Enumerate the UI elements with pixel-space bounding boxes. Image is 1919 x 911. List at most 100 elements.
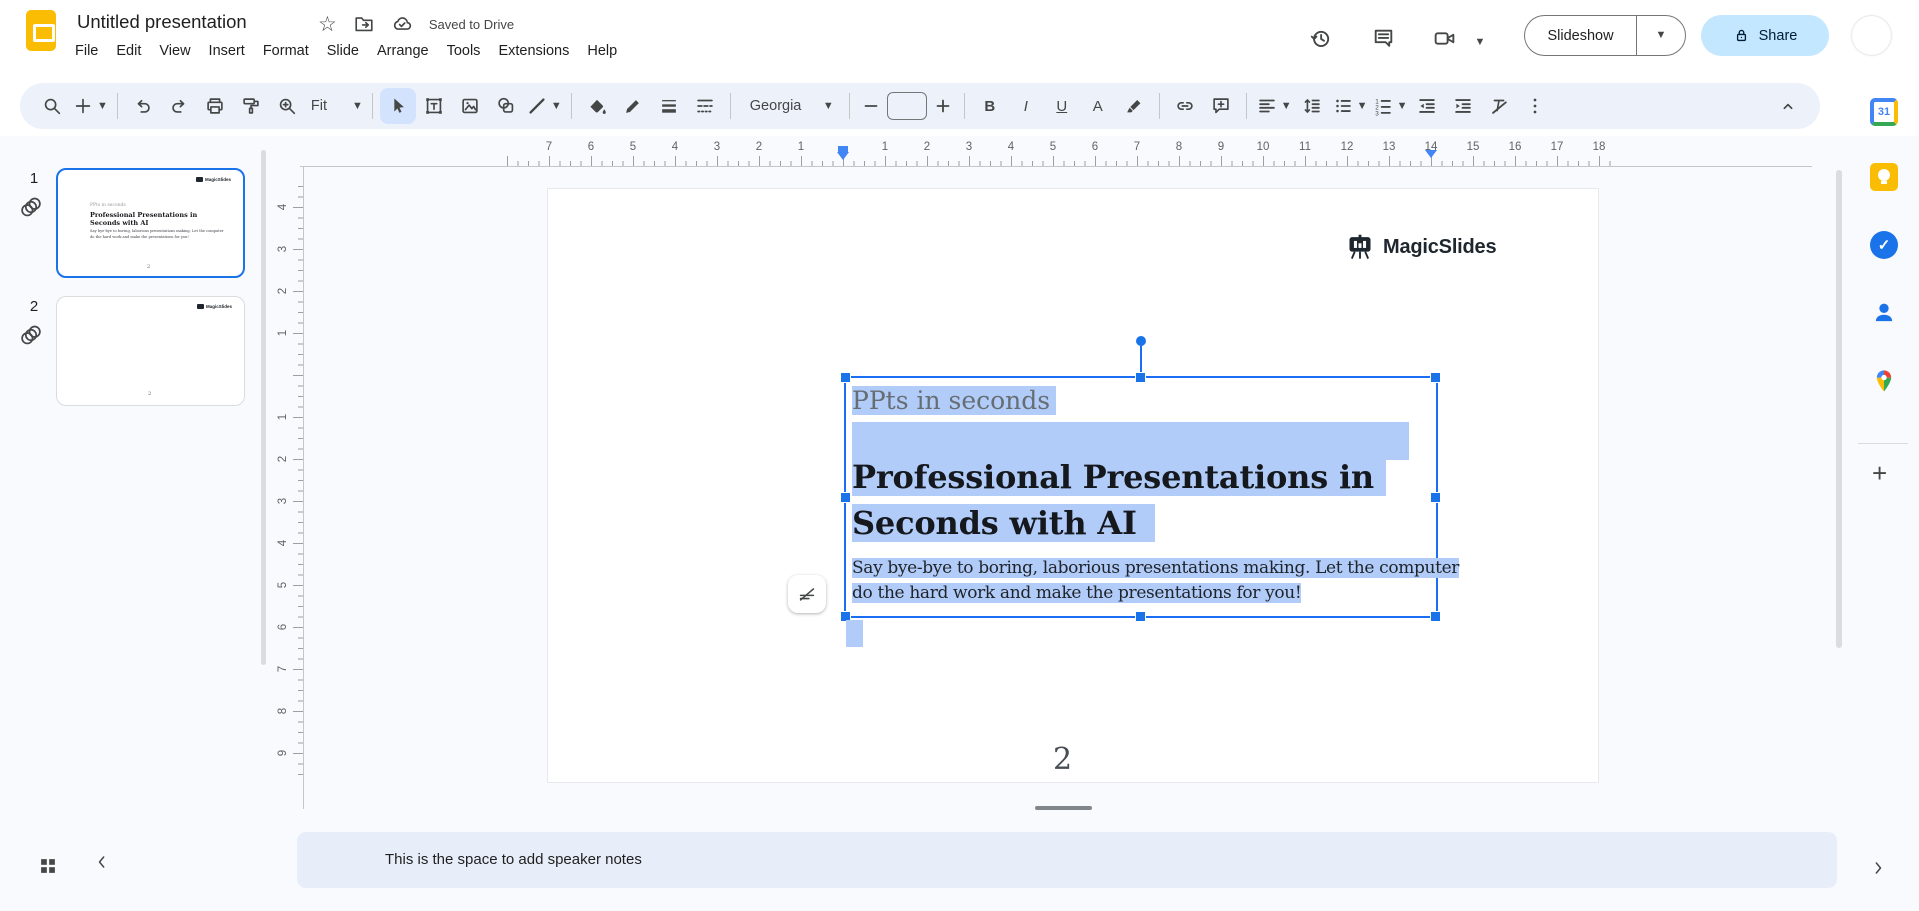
decrease-font-size-button[interactable] <box>857 88 885 124</box>
slide-1-thumbnail[interactable]: MagicSlides PPts in seconds Professional… <box>56 168 245 278</box>
share-button[interactable]: Share <box>1701 15 1829 56</box>
undo-button[interactable] <box>125 88 161 124</box>
tasks-icon[interactable]: ✓ <box>1870 231 1898 259</box>
border-color-button[interactable] <box>615 88 651 124</box>
line-spacing-button[interactable] <box>1294 88 1330 124</box>
toolbar-strip: ▼ Fit ▼ ▼ Georgia ▼ B I U A ▼ ▼ 1 2 3 ▼ <box>0 80 1919 136</box>
more-options-button[interactable] <box>1517 88 1553 124</box>
clear-formatting-button[interactable] <box>1481 88 1517 124</box>
meet-camera-icon[interactable] <box>1430 24 1458 52</box>
account-avatar[interactable] <box>1852 16 1891 55</box>
border-weight-button[interactable] <box>651 88 687 124</box>
get-addons-button[interactable]: + <box>1872 458 1887 489</box>
resize-handle-top-right[interactable] <box>1431 373 1440 382</box>
menu-extensions[interactable]: Extensions <box>489 40 578 62</box>
star-icon[interactable]: ☆ <box>318 14 337 35</box>
selected-text-box[interactable]: PPts in seconds Professional Presentatio… <box>841 336 1459 621</box>
collapse-toolbar-button[interactable] <box>1770 88 1806 124</box>
insert-line-button[interactable]: ▼ <box>524 88 564 124</box>
collapse-filmstrip-icon[interactable] <box>92 852 112 872</box>
rotation-handle[interactable] <box>1136 336 1146 346</box>
kicker-text[interactable]: PPts in seconds <box>852 386 1057 415</box>
highlight-color-button[interactable] <box>1116 88 1152 124</box>
slides-logo-icon[interactable] <box>26 10 56 51</box>
indent-marker[interactable] <box>837 146 849 166</box>
search-menus-button[interactable] <box>34 88 70 124</box>
insert-image-button[interactable] <box>452 88 488 124</box>
slide-brand-logo[interactable]: MagicSlides <box>1345 233 1497 261</box>
slideshow-button[interactable]: Slideshow <box>1524 15 1636 56</box>
resize-handle-top-left[interactable] <box>841 373 850 382</box>
slide-1-rings-icon[interactable] <box>18 194 44 220</box>
filmstrip-scrollbar[interactable] <box>261 150 266 665</box>
fill-color-button[interactable] <box>579 88 615 124</box>
decrease-indent-button[interactable] <box>1409 88 1445 124</box>
notes-resize-handle[interactable] <box>1035 806 1092 810</box>
underline-button[interactable]: U <box>1044 88 1080 124</box>
move-folder-icon[interactable] <box>353 13 375 35</box>
version-history-icon[interactable] <box>1306 24 1334 52</box>
text-box-button[interactable] <box>416 88 452 124</box>
menu-help[interactable]: Help <box>578 40 626 62</box>
menu-tools[interactable]: Tools <box>438 40 490 62</box>
heading-line-1[interactable]: Professional Presentations in <box>852 458 1386 496</box>
menu-edit[interactable]: Edit <box>107 40 150 62</box>
menu-slide[interactable]: Slide <box>318 40 368 62</box>
increase-font-size-button[interactable] <box>929 88 957 124</box>
select-tool-button[interactable] <box>379 88 416 124</box>
border-dash-button[interactable] <box>687 88 723 124</box>
cloud-saved-icon[interactable] <box>391 13 413 35</box>
canvas-scrollbar[interactable] <box>1836 170 1842 648</box>
calendar-icon[interactable]: 31 <box>1870 98 1898 126</box>
selection-after-blob <box>846 620 863 647</box>
resize-handle-mid-right[interactable] <box>1431 493 1440 502</box>
resize-handle-bottom-right[interactable] <box>1431 612 1440 621</box>
insert-link-button[interactable] <box>1167 88 1203 124</box>
maps-icon[interactable] <box>1870 367 1898 395</box>
text-color-button[interactable]: A <box>1080 88 1116 124</box>
add-comment-button[interactable] <box>1203 88 1239 124</box>
bold-button[interactable]: B <box>972 88 1008 124</box>
font-family-select[interactable]: Georgia ▼ <box>738 88 842 124</box>
slide-page-number[interactable]: 2 <box>1053 742 1072 777</box>
print-button[interactable] <box>197 88 233 124</box>
slide-2-thumbnail[interactable]: MagicSlides 2 <box>56 296 245 406</box>
saved-status[interactable]: Saved to Drive <box>429 17 514 32</box>
slideshow-options-caret[interactable]: ▼ <box>1636 15 1686 56</box>
meet-dropdown-caret-icon[interactable]: ▼ <box>1466 28 1494 56</box>
zoom-button[interactable] <box>269 88 305 124</box>
menu-file[interactable]: File <box>66 40 107 62</box>
keep-icon[interactable] <box>1870 163 1898 191</box>
font-size-input[interactable] <box>886 92 927 120</box>
menu-arrange[interactable]: Arrange <box>368 40 438 62</box>
paint-format-button[interactable] <box>233 88 269 124</box>
indent-marker[interactable] <box>1425 148 1437 168</box>
body-line-2[interactable]: do the hard work and make the presentati… <box>852 583 1302 603</box>
grid-view-button[interactable] <box>30 848 66 884</box>
align-button[interactable]: ▼ <box>1254 88 1294 124</box>
insert-shape-button[interactable] <box>488 88 524 124</box>
expand-side-panel-icon[interactable] <box>1868 858 1888 878</box>
resize-handle-bottom-center[interactable] <box>1136 612 1145 621</box>
redo-button[interactable] <box>161 88 197 124</box>
slide-canvas[interactable]: MagicSlides PPts in seconds Professional… <box>547 188 1599 783</box>
bulleted-list-button[interactable]: ▼ <box>1330 88 1370 124</box>
menu-format[interactable]: Format <box>254 40 318 62</box>
resize-handle-mid-left[interactable] <box>841 493 850 502</box>
numbered-list-button[interactable]: 1 2 3 ▼ <box>1370 88 1410 124</box>
menu-view[interactable]: View <box>150 40 199 62</box>
increase-indent-button[interactable] <box>1445 88 1481 124</box>
slide-2-rings-icon[interactable] <box>18 322 44 348</box>
contacts-icon[interactable] <box>1870 299 1898 327</box>
speaker-notes-input[interactable]: This is the space to add speaker notes <box>297 832 1837 888</box>
comments-icon[interactable] <box>1369 24 1397 52</box>
document-title[interactable]: Untitled presentation <box>77 11 247 33</box>
heading-line-2[interactable]: Seconds with AI <box>852 504 1155 542</box>
autofit-options-button[interactable] <box>788 575 826 613</box>
zoom-fit-select[interactable]: Fit ▼ <box>305 88 365 124</box>
menu-insert[interactable]: Insert <box>200 40 254 62</box>
insert-plus-button[interactable]: ▼ <box>70 88 110 124</box>
body-line-1[interactable]: Say bye-bye to boring, laborious present… <box>852 558 1459 578</box>
resize-handle-top-center[interactable] <box>1136 373 1145 382</box>
italic-button[interactable]: I <box>1008 88 1044 124</box>
